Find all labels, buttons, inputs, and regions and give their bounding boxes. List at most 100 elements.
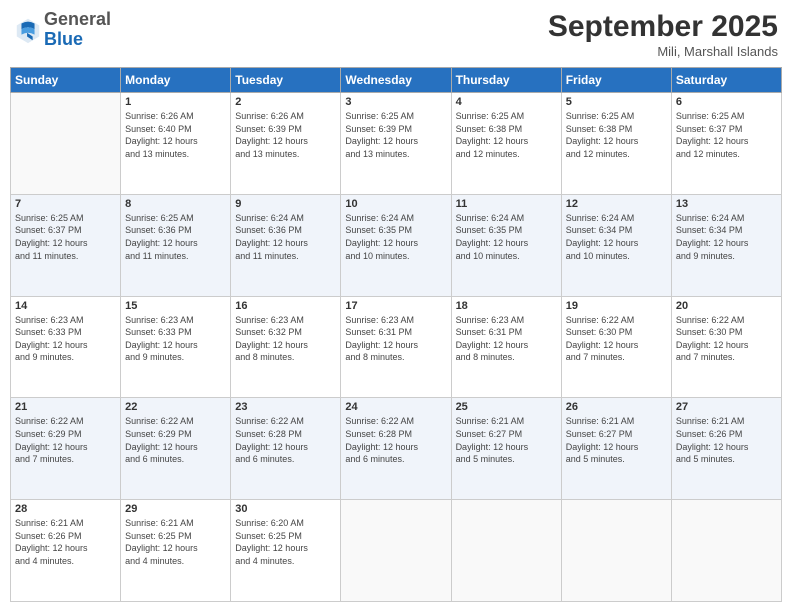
day-number: 30 [235, 503, 336, 515]
calendar-day-cell: 25 Sunrise: 6:21 AM Sunset: 6:27 PM Dayli… [451, 398, 561, 500]
calendar-day-cell: 19 Sunrise: 6:22 AM Sunset: 6:30 PM Dayli… [561, 296, 671, 398]
calendar-day-cell [671, 500, 781, 602]
calendar-day-cell [451, 500, 561, 602]
calendar-day-cell: 14 Sunrise: 6:23 AM Sunset: 6:33 PM Dayli… [11, 296, 121, 398]
calendar-day-cell: 12 Sunrise: 6:24 AM Sunset: 6:34 PM Dayli… [561, 194, 671, 296]
day-number: 29 [125, 503, 226, 515]
calendar-day-cell: 23 Sunrise: 6:22 AM Sunset: 6:28 PM Dayli… [231, 398, 341, 500]
day-info: Sunrise: 6:25 AM Sunset: 6:39 PM Dayligh… [345, 110, 446, 160]
day-info: Sunrise: 6:21 AM Sunset: 6:27 PM Dayligh… [566, 415, 667, 465]
day-number: 6 [676, 96, 777, 108]
day-number: 19 [566, 300, 667, 312]
day-number: 7 [15, 198, 116, 210]
calendar-day-cell: 10Sunrise: 6:24 AM Sunset: 6:35 PM Dayli… [341, 194, 451, 296]
calendar-header-wednesday: Wednesday [341, 68, 451, 93]
calendar-day-cell: 5 Sunrise: 6:25 AM Sunset: 6:38 PM Daylig… [561, 93, 671, 195]
day-number: 20 [676, 300, 777, 312]
day-info: Sunrise: 6:24 AM Sunset: 6:35 PM Dayligh… [456, 212, 557, 262]
calendar-day-cell: 13 Sunrise: 6:24 AM Sunset: 6:34 PM Dayli… [671, 194, 781, 296]
logo-general: General [44, 10, 111, 30]
calendar-day-cell: 9 Sunrise: 6:24 AM Sunset: 6:36 PM Daylig… [231, 194, 341, 296]
page: General Blue September 2025 Mili, Marsha… [0, 0, 792, 612]
day-number: 5 [566, 96, 667, 108]
day-number: 17 [345, 300, 446, 312]
day-number: 25 [456, 401, 557, 413]
day-info: Sunrise: 6:23 AM Sunset: 6:33 PM Dayligh… [15, 314, 116, 364]
day-info: Sunrise: 6:25 AM Sunset: 6:37 PM Dayligh… [676, 110, 777, 160]
day-number: 3 [345, 96, 446, 108]
day-info: Sunrise: 6:21 AM Sunset: 6:25 PM Dayligh… [125, 517, 226, 567]
calendar-day-cell: 24 Sunrise: 6:22 AM Sunset: 6:28 PM Dayli… [341, 398, 451, 500]
calendar-day-cell: 22 Sunrise: 6:22 AM Sunset: 6:29 PM Dayli… [121, 398, 231, 500]
calendar-day-cell: 4 Sunrise: 6:25 AM Sunset: 6:38 PM Daylig… [451, 93, 561, 195]
calendar-day-cell [11, 93, 121, 195]
calendar-day-cell: 17Sunrise: 6:23 AM Sunset: 6:31 PM Dayli… [341, 296, 451, 398]
day-number: 21 [15, 401, 116, 413]
calendar-table: SundayMondayTuesdayWednesdayThursdayFrid… [10, 67, 782, 602]
day-info: Sunrise: 6:25 AM Sunset: 6:37 PM Dayligh… [15, 212, 116, 262]
day-number: 22 [125, 401, 226, 413]
calendar-day-cell: 20Sunrise: 6:22 AM Sunset: 6:30 PM Dayli… [671, 296, 781, 398]
calendar-day-cell: 27Sunrise: 6:21 AM Sunset: 6:26 PM Dayli… [671, 398, 781, 500]
calendar-header-row: SundayMondayTuesdayWednesdayThursdayFrid… [11, 68, 782, 93]
calendar-week-row: 28 Sunrise: 6:21 AM Sunset: 6:26 PM Dayli… [11, 500, 782, 602]
day-number: 14 [15, 300, 116, 312]
calendar-day-cell: 7 Sunrise: 6:25 AM Sunset: 6:37 PM Daylig… [11, 194, 121, 296]
day-number: 15 [125, 300, 226, 312]
day-info: Sunrise: 6:25 AM Sunset: 6:38 PM Dayligh… [566, 110, 667, 160]
day-number: 9 [235, 198, 336, 210]
calendar-day-cell: 29 Sunrise: 6:21 AM Sunset: 6:25 PM Dayli… [121, 500, 231, 602]
header: General Blue September 2025 Mili, Marsha… [10, 10, 782, 59]
calendar-day-cell: 18Sunrise: 6:23 AM Sunset: 6:31 PM Dayli… [451, 296, 561, 398]
calendar-header-thursday: Thursday [451, 68, 561, 93]
calendar-day-cell: 6 Sunrise: 6:25 AM Sunset: 6:37 PM Daylig… [671, 93, 781, 195]
calendar-week-row: 21 Sunrise: 6:22 AM Sunset: 6:29 PM Dayli… [11, 398, 782, 500]
day-number: 8 [125, 198, 226, 210]
day-number: 10 [345, 198, 446, 210]
day-info: Sunrise: 6:23 AM Sunset: 6:32 PM Dayligh… [235, 314, 336, 364]
day-number: 28 [15, 503, 116, 515]
day-number: 11 [456, 198, 557, 210]
day-info: Sunrise: 6:21 AM Sunset: 6:26 PM Dayligh… [15, 517, 116, 567]
day-info: Sunrise: 6:24 AM Sunset: 6:34 PM Dayligh… [676, 212, 777, 262]
day-info: Sunrise: 6:22 AM Sunset: 6:29 PM Dayligh… [125, 415, 226, 465]
day-number: 12 [566, 198, 667, 210]
day-info: Sunrise: 6:20 AM Sunset: 6:25 PM Dayligh… [235, 517, 336, 567]
day-number: 23 [235, 401, 336, 413]
day-info: Sunrise: 6:24 AM Sunset: 6:36 PM Dayligh… [235, 212, 336, 262]
calendar-day-cell: 11 Sunrise: 6:24 AM Sunset: 6:35 PM Dayli… [451, 194, 561, 296]
calendar-day-cell: 8 Sunrise: 6:25 AM Sunset: 6:36 PM Daylig… [121, 194, 231, 296]
calendar-week-row: 7 Sunrise: 6:25 AM Sunset: 6:37 PM Daylig… [11, 194, 782, 296]
day-number: 27 [676, 401, 777, 413]
day-info: Sunrise: 6:26 AM Sunset: 6:40 PM Dayligh… [125, 110, 226, 160]
logo-text: General Blue [44, 10, 111, 50]
day-info: Sunrise: 6:22 AM Sunset: 6:28 PM Dayligh… [345, 415, 446, 465]
day-info: Sunrise: 6:23 AM Sunset: 6:31 PM Dayligh… [456, 314, 557, 364]
calendar-header-monday: Monday [121, 68, 231, 93]
day-info: Sunrise: 6:22 AM Sunset: 6:30 PM Dayligh… [566, 314, 667, 364]
day-info: Sunrise: 6:22 AM Sunset: 6:28 PM Dayligh… [235, 415, 336, 465]
title-block: September 2025 Mili, Marshall Islands [548, 10, 778, 59]
calendar-day-cell: 2Sunrise: 6:26 AM Sunset: 6:39 PM Daylig… [231, 93, 341, 195]
calendar-week-row: 1Sunrise: 6:26 AM Sunset: 6:40 PM Daylig… [11, 93, 782, 195]
calendar-day-cell [341, 500, 451, 602]
day-info: Sunrise: 6:22 AM Sunset: 6:29 PM Dayligh… [15, 415, 116, 465]
calendar-header-friday: Friday [561, 68, 671, 93]
day-number: 4 [456, 96, 557, 108]
logo-icon [14, 16, 42, 44]
day-number: 2 [235, 96, 336, 108]
day-number: 24 [345, 401, 446, 413]
day-info: Sunrise: 6:21 AM Sunset: 6:27 PM Dayligh… [456, 415, 557, 465]
day-info: Sunrise: 6:25 AM Sunset: 6:38 PM Dayligh… [456, 110, 557, 160]
calendar-day-cell: 26 Sunrise: 6:21 AM Sunset: 6:27 PM Dayli… [561, 398, 671, 500]
day-info: Sunrise: 6:25 AM Sunset: 6:36 PM Dayligh… [125, 212, 226, 262]
calendar-header-sunday: Sunday [11, 68, 121, 93]
day-number: 16 [235, 300, 336, 312]
day-number: 13 [676, 198, 777, 210]
calendar-day-cell [561, 500, 671, 602]
calendar-week-row: 14 Sunrise: 6:23 AM Sunset: 6:33 PM Dayli… [11, 296, 782, 398]
location: Mili, Marshall Islands [548, 44, 778, 59]
day-number: 26 [566, 401, 667, 413]
day-info: Sunrise: 6:24 AM Sunset: 6:34 PM Dayligh… [566, 212, 667, 262]
calendar-day-cell: 15Sunrise: 6:23 AM Sunset: 6:33 PM Dayli… [121, 296, 231, 398]
